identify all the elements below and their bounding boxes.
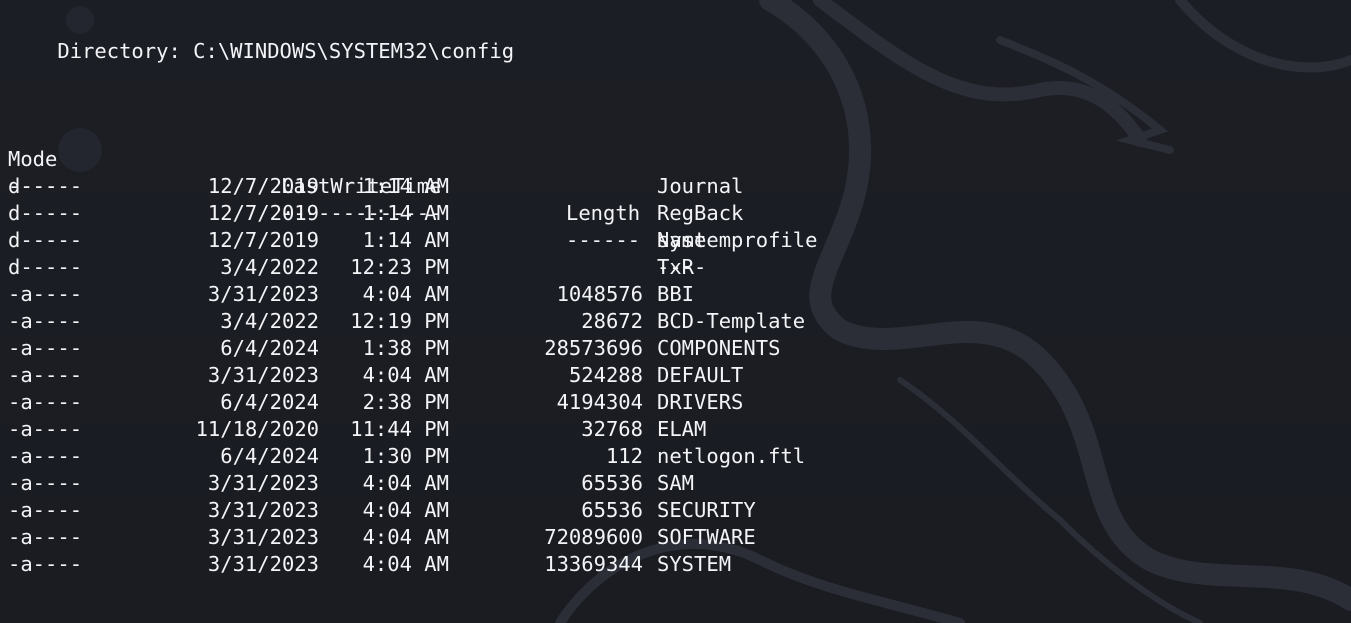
header-length: Length [566,201,641,225]
file-length: 32768 [581,417,643,441]
file-name: DEFAULT [657,363,744,387]
terminal-window[interactable]: Directory: C:\WINDOWS\SYSTEM32\config Mo… [0,0,1351,623]
file-name: TxR [657,255,695,279]
file-name: ELAM [657,417,707,441]
file-length: 28573696 [544,336,643,360]
file-length: 65536 [581,498,643,522]
underline-length: ------ [566,228,641,252]
file-name: Journal [657,174,744,198]
directory-label: Directory: [57,39,181,63]
file-name: SYSTEM [657,552,732,576]
file-name: COMPONENTS [657,336,781,360]
file-time: 1:14 AM [362,174,449,198]
directory-line: Directory: C:\WINDOWS\SYSTEM32\config [8,38,514,65]
file-name: DRIVERS [657,390,744,414]
file-time: 1:14 AM [362,201,449,225]
file-length: 4194304 [556,390,643,414]
file-name: BCD-Template [657,309,806,333]
file-time: 12:23 PM [350,255,449,279]
file-name: RegBack [657,201,744,225]
file-length: 72089600 [544,525,643,549]
header-mode: Mode [8,147,58,171]
directory-path: C:\WINDOWS\SYSTEM32\config [193,39,515,63]
file-length: 524288 [568,363,643,387]
file-name: netlogon.ftl [657,444,806,468]
file-length: 1048576 [556,282,643,306]
file-length: 13369344 [544,552,643,576]
file-length: 28672 [581,309,643,333]
file-name: SAM [657,471,695,495]
file-name: systemprofile [657,228,818,252]
file-length: 65536 [581,471,643,495]
file-name: BBI [657,282,695,306]
file-name: SOFTWARE [657,525,756,549]
file-time: 1:14 AM [362,228,449,252]
file-name: SECURITY [657,498,756,522]
file-length: 112 [605,444,643,468]
